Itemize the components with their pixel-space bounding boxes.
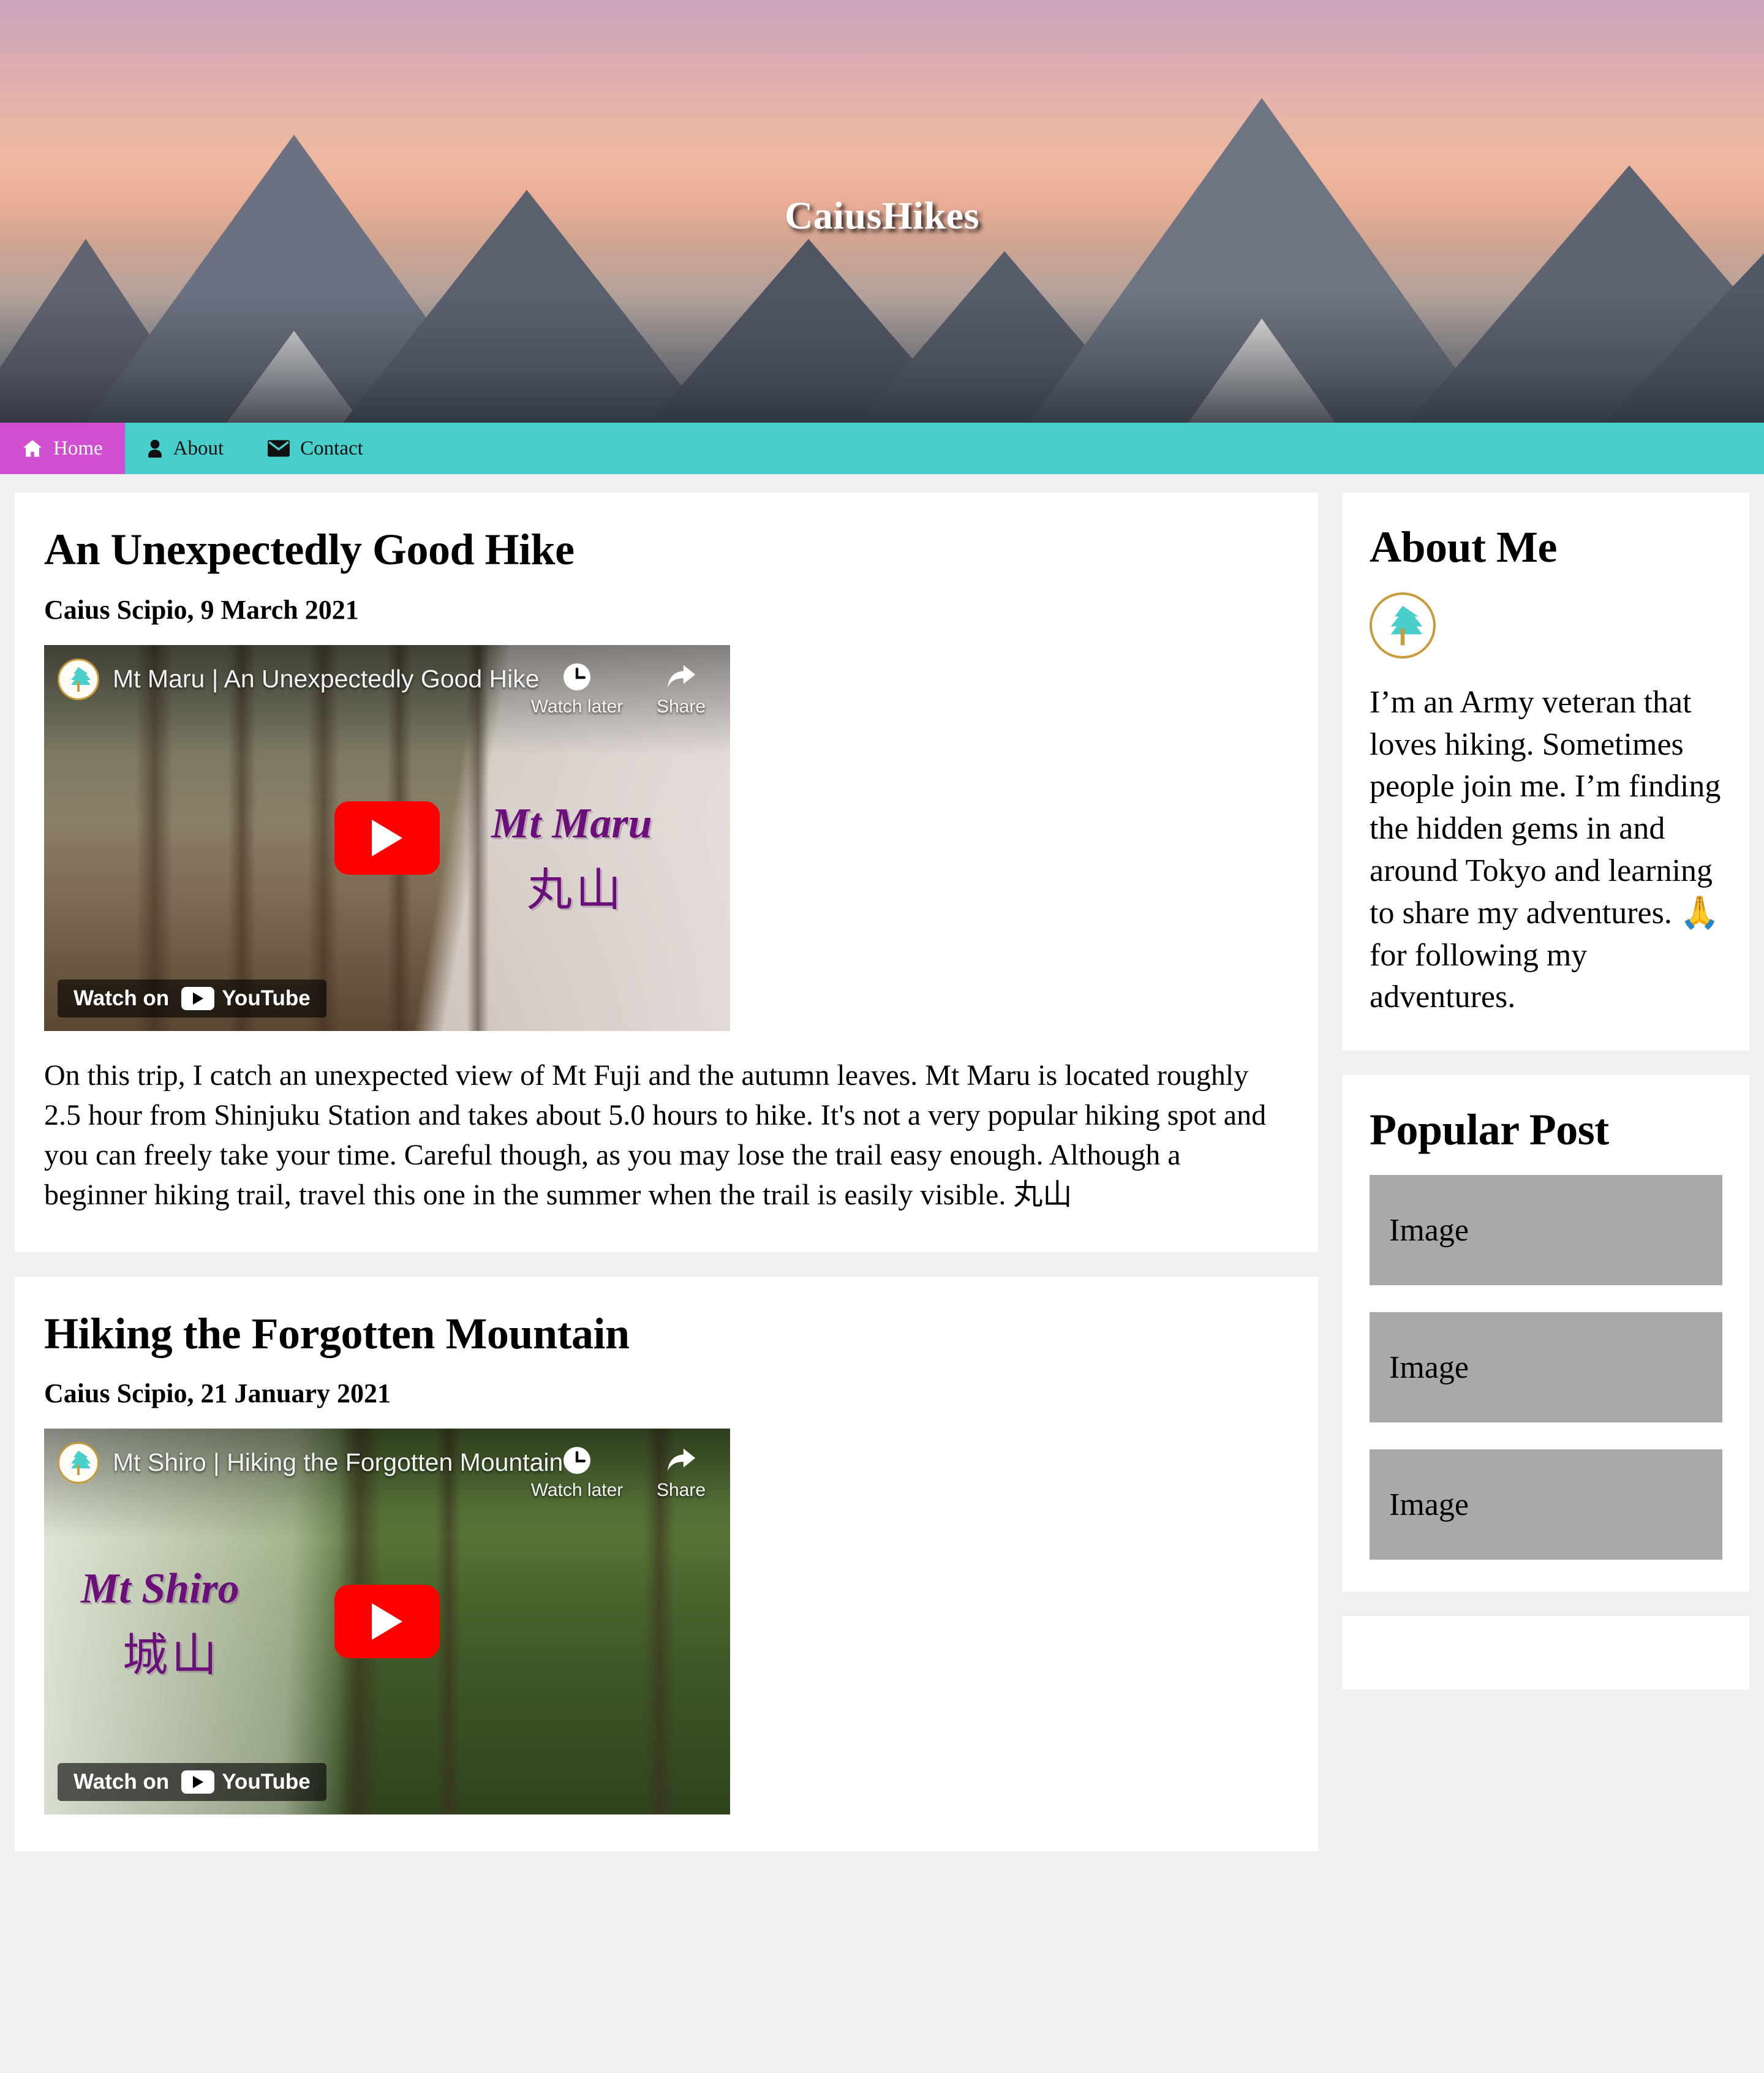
video-title: Mt Maru | An Unexpectedly Good Hike bbox=[113, 664, 540, 693]
youtube-logo: YouTube bbox=[181, 986, 311, 1011]
video-title: Mt Shiro | Hiking the Forgotten Mountain bbox=[113, 1448, 564, 1477]
post-card: Hiking the Forgotten Mountain Caius Scip… bbox=[15, 1276, 1318, 1852]
youtube-play-icon bbox=[181, 986, 215, 1010]
avatar bbox=[1370, 592, 1436, 659]
video-overlay-title: Mt Maru bbox=[491, 799, 652, 847]
about-me-text-part2: for following my adventures. bbox=[1370, 937, 1588, 1015]
share-button[interactable]: Share bbox=[626, 1446, 730, 1501]
about-me-text: I’m an Army veteran that loves hiking. S… bbox=[1370, 682, 1722, 1019]
video-embed[interactable]: Mt Shiro | Hiking the Forgotten Mountain… bbox=[44, 1429, 730, 1815]
popular-post-card: Popular Post Image Image Image bbox=[1343, 1075, 1749, 1592]
clock-icon bbox=[522, 662, 632, 697]
youtube-label: YouTube bbox=[222, 986, 311, 1010]
post-title: An Unexpectedly Good Hike bbox=[44, 525, 575, 574]
play-triangle-icon bbox=[372, 819, 402, 856]
video-overlay-title: Mt Shiro bbox=[81, 1565, 239, 1613]
share-arrow-icon bbox=[626, 662, 730, 697]
about-me-card: About Me I’m an Army veteran that loves … bbox=[1343, 493, 1749, 1051]
video-overlay-subtitle: 城山 bbox=[123, 1629, 221, 1682]
share-arrow-icon bbox=[626, 1446, 730, 1480]
hero-haze bbox=[0, 294, 1764, 423]
main-navigation[interactable]: Home About Contact bbox=[0, 423, 1764, 474]
nav-item-home[interactable]: Home bbox=[0, 423, 125, 474]
share-label: Share bbox=[656, 696, 706, 717]
tree-icon bbox=[71, 666, 91, 692]
youtube-label: YouTube bbox=[222, 1770, 311, 1794]
popular-post-item[interactable]: Image bbox=[1370, 1312, 1722, 1422]
watch-on-label: Watch on bbox=[74, 986, 170, 1010]
nav-item-about[interactable]: About bbox=[125, 423, 246, 474]
watch-later-label: Watch later bbox=[530, 1480, 624, 1501]
play-triangle-icon bbox=[372, 1603, 402, 1641]
post-byline: Caius Scipio, 9 March 2021 bbox=[44, 594, 359, 625]
nav-item-contact-label: Contact bbox=[300, 437, 363, 459]
about-me-heading: About Me bbox=[1370, 523, 1557, 572]
watch-on-label: Watch on bbox=[74, 1770, 170, 1794]
channel-avatar[interactable] bbox=[58, 658, 99, 700]
watch-later-label: Watch later bbox=[530, 696, 624, 717]
channel-avatar[interactable] bbox=[58, 1442, 99, 1484]
video-embed[interactable]: Mt Maru | An Unexpectedly Good Hike Watc… bbox=[44, 644, 730, 1031]
nav-item-contact[interactable]: Contact bbox=[246, 423, 385, 474]
nav-item-about-label: About bbox=[173, 437, 224, 459]
youtube-play-icon bbox=[181, 1770, 215, 1794]
nav-item-home-label: Home bbox=[53, 437, 103, 459]
watch-on-youtube-button[interactable]: Watch on YouTube bbox=[58, 979, 326, 1018]
popular-post-item[interactable]: Image bbox=[1370, 1175, 1722, 1285]
play-button[interactable] bbox=[334, 1585, 440, 1659]
youtube-logo: YouTube bbox=[181, 1770, 311, 1794]
popular-post-item-label: Image bbox=[1389, 1212, 1469, 1248]
about-me-text-part1: I’m an Army veteran that loves hiking. S… bbox=[1370, 685, 1721, 931]
video-overlay-subtitle: 丸山 bbox=[527, 863, 625, 916]
watch-later-button[interactable]: Watch later bbox=[522, 662, 632, 717]
hero-banner: CaiusHikes bbox=[0, 0, 1764, 423]
tree-icon bbox=[1390, 605, 1423, 646]
post-body: On this trip, I catch an unexpected view… bbox=[44, 1059, 1267, 1212]
popular-post-heading: Popular Post bbox=[1370, 1105, 1609, 1154]
site-title: CaiusHikes bbox=[785, 194, 979, 237]
user-icon bbox=[147, 439, 163, 458]
popular-post-item[interactable]: Image bbox=[1370, 1449, 1722, 1560]
sidebar: About Me I’m an Army veteran that loves … bbox=[1343, 493, 1749, 1714]
tree-icon bbox=[71, 1451, 91, 1476]
sidebar-next-card bbox=[1343, 1616, 1749, 1690]
envelope-icon bbox=[268, 440, 290, 457]
watch-later-button[interactable]: Watch later bbox=[522, 1446, 632, 1501]
popular-post-item-label: Image bbox=[1389, 1350, 1469, 1385]
main-column: An Unexpectedly Good Hike Caius Scipio, … bbox=[15, 493, 1318, 1876]
home-icon bbox=[22, 439, 43, 458]
folded-hands-emoji: 🙏 bbox=[1679, 894, 1720, 932]
page-layout: An Unexpectedly Good Hike Caius Scipio, … bbox=[0, 474, 1764, 1876]
popular-post-item-label: Image bbox=[1389, 1487, 1469, 1522]
post-byline: Caius Scipio, 21 January 2021 bbox=[44, 1378, 391, 1409]
share-button[interactable]: Share bbox=[626, 662, 730, 717]
clock-icon bbox=[522, 1446, 632, 1480]
watch-on-youtube-button[interactable]: Watch on YouTube bbox=[58, 1763, 326, 1802]
post-card: An Unexpectedly Good Hike Caius Scipio, … bbox=[15, 493, 1318, 1252]
play-button[interactable] bbox=[334, 801, 440, 875]
post-title: Hiking the Forgotten Mountain bbox=[44, 1308, 630, 1358]
share-label: Share bbox=[656, 1480, 706, 1501]
